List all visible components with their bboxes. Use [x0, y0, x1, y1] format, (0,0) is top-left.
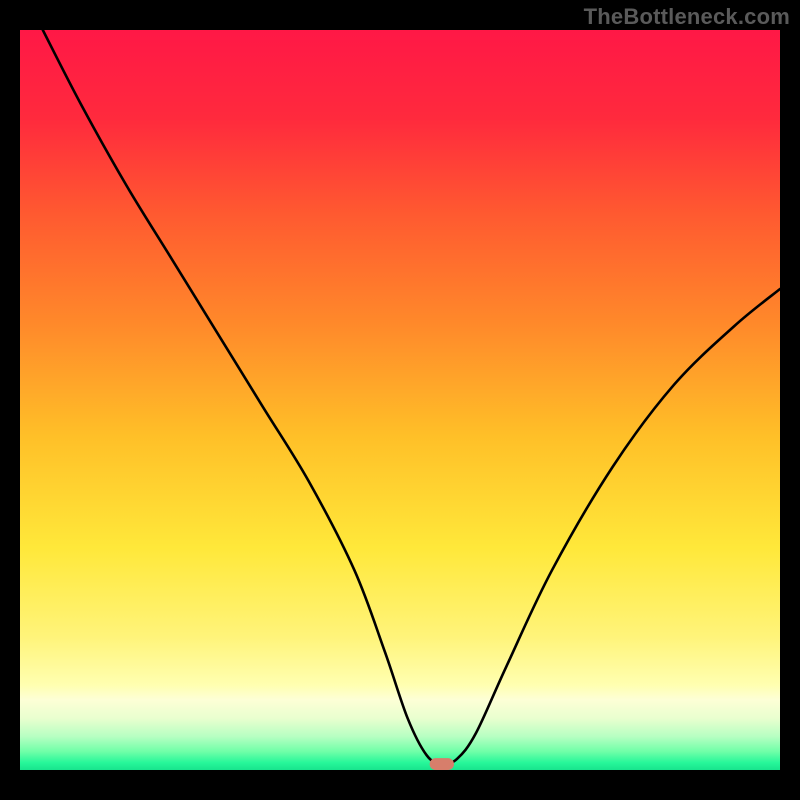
chart-plot-area	[20, 30, 780, 770]
bottleneck-chart-svg	[20, 30, 780, 770]
gradient-background	[20, 30, 780, 770]
optimal-point-marker	[430, 758, 454, 770]
watermark-text: TheBottleneck.com	[584, 4, 790, 30]
